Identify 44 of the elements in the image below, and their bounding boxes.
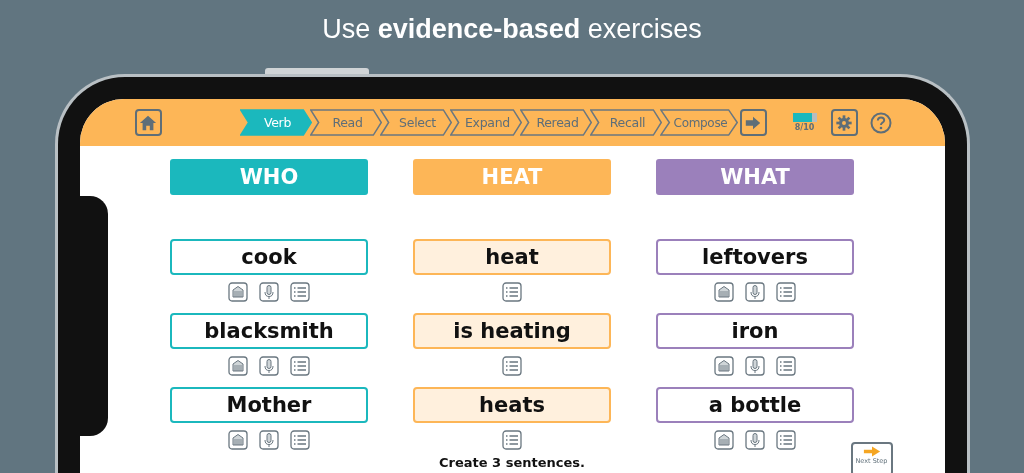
word-card[interactable]: heat: [413, 239, 611, 275]
microphone-icon[interactable]: [259, 356, 279, 376]
word-card[interactable]: leftovers: [656, 239, 854, 275]
list-icon[interactable]: [776, 356, 796, 376]
microphone-icon[interactable]: [745, 356, 765, 376]
list-icon[interactable]: [502, 430, 522, 450]
microphone-icon[interactable]: [259, 430, 279, 450]
home-icon: [139, 113, 157, 132]
home-button[interactable]: [134, 109, 162, 136]
column-header: HEAT: [413, 159, 611, 195]
keyboard-icon[interactable]: [714, 430, 734, 450]
list-icon[interactable]: [502, 282, 522, 302]
settings-icon: [835, 113, 853, 132]
headline: Use evidence-based exercises: [322, 14, 702, 46]
instruction-text: Create 3 sentences.: [439, 455, 585, 470]
list-icon[interactable]: [290, 430, 310, 450]
list-icon[interactable]: [290, 356, 310, 376]
list-icon[interactable]: [776, 430, 796, 450]
keyboard-icon[interactable]: [714, 356, 734, 376]
word-card[interactable]: is heating: [413, 313, 611, 349]
microphone-icon[interactable]: [259, 282, 279, 302]
column-header: WHAT: [656, 159, 854, 195]
arrow-icon: [862, 446, 881, 457]
microphone-icon[interactable]: [745, 282, 765, 302]
settings-button[interactable]: [830, 109, 858, 136]
word-card[interactable]: blacksmith: [170, 313, 368, 349]
word-card[interactable]: Mother: [170, 387, 368, 423]
list-icon[interactable]: [502, 356, 522, 376]
keyboard-icon[interactable]: [714, 282, 734, 302]
word-card[interactable]: heats: [413, 387, 611, 423]
keyboard-icon[interactable]: [228, 356, 248, 376]
progress-bar: [792, 113, 817, 122]
column-header: WHO: [170, 159, 368, 195]
word-card[interactable]: a bottle: [656, 387, 854, 423]
microphone-icon[interactable]: [745, 430, 765, 450]
keyboard-icon[interactable]: [228, 430, 248, 450]
help-icon[interactable]: [869, 111, 892, 134]
list-icon[interactable]: [776, 282, 796, 302]
keyboard-icon[interactable]: [228, 282, 248, 302]
progress-reading: 8/10: [794, 123, 815, 132]
list-icon[interactable]: [290, 282, 310, 302]
forward-button[interactable]: [739, 109, 767, 136]
word-card[interactable]: cook: [170, 239, 368, 275]
word-card[interactable]: iron: [656, 313, 854, 349]
